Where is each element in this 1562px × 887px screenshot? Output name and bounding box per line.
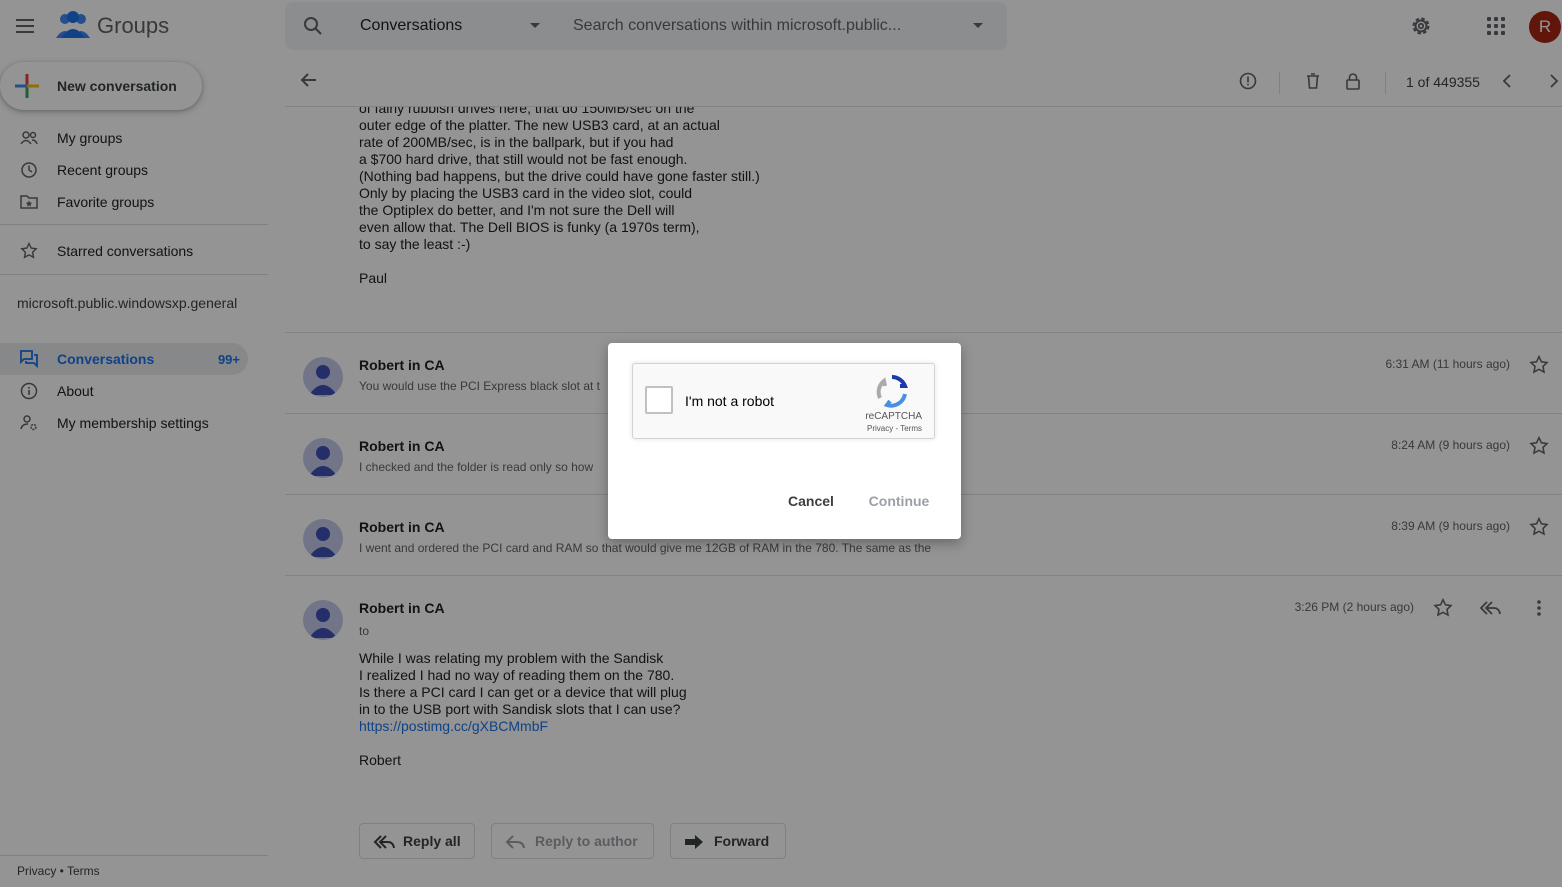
continue-button[interactable]: Continue: [852, 483, 946, 519]
recaptcha-checkbox[interactable]: [645, 386, 673, 414]
cancel-button[interactable]: Cancel: [776, 483, 846, 519]
recaptcha-label: I'm not a robot: [685, 393, 775, 409]
cancel-label: Cancel: [788, 493, 834, 509]
recaptcha-widget: I'm not a robot reCAPTCHA Privacy - Term…: [632, 363, 935, 439]
recaptcha-logo-icon: [876, 375, 908, 408]
recaptcha-privacy-terms[interactable]: Privacy - Terms: [867, 424, 922, 433]
captcha-dialog: I'm not a robot reCAPTCHA Privacy - Term…: [608, 343, 961, 539]
recaptcha-brand: reCAPTCHA: [865, 411, 922, 422]
continue-label: Continue: [868, 493, 930, 509]
